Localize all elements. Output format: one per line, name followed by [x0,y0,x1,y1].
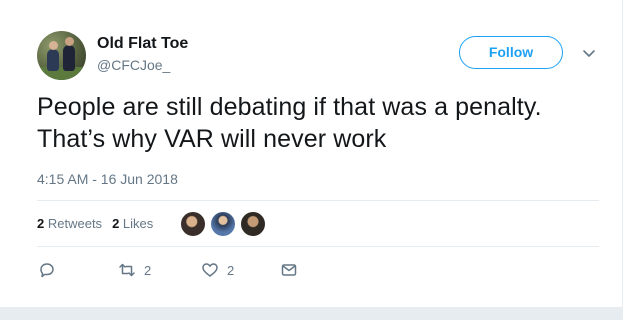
author-name[interactable]: Old Flat Toe [97,35,188,53]
tweet-card: Old Flat Toe @CFCJoe_ Follow People are … [0,0,623,308]
liker-avatar[interactable] [180,211,206,237]
reply-icon [40,263,54,278]
liker-avatar[interactable] [240,211,266,237]
avatar-head [49,41,58,50]
like-button[interactable]: 2 [200,259,234,281]
direct-message-button[interactable] [279,259,299,281]
reply-button[interactable] [37,259,57,281]
retweet-icon [119,263,135,277]
divider [37,246,599,247]
like-count: 2 [227,262,235,278]
retweets-stat[interactable]: 2 Retweets [37,216,102,231]
retweet-button[interactable]: 2 [117,259,151,281]
tweet-text: People are still debating if that was a … [37,93,542,153]
heart-icon [202,263,218,277]
avatar[interactable] [37,31,86,80]
chevron-down-icon[interactable] [582,46,596,60]
avatar-figure [47,49,59,71]
retweet-count: 2 [144,262,152,278]
retweets-count: 2 [37,216,45,231]
engagement-stats: 2 Retweets 2 Likes [37,216,163,231]
liker-avatar[interactable] [210,211,236,237]
envelope-icon [281,264,297,276]
avatar-ground [37,67,86,80]
avatar-head [65,37,74,46]
tweet-timestamp[interactable]: 4:15 AM - 16 Jun 2018 [37,171,178,187]
avatar-figure [63,45,75,71]
retweets-label: Retweets [47,216,103,231]
likes-count: 2 [112,216,120,231]
author-handle[interactable]: @CFCJoe_ [97,57,170,73]
page-edge [623,0,639,320]
divider [37,200,599,201]
likes-stat[interactable]: 2 Likes [112,216,153,231]
likes-label: Likes [122,216,154,231]
follow-button[interactable]: Follow [459,36,563,69]
